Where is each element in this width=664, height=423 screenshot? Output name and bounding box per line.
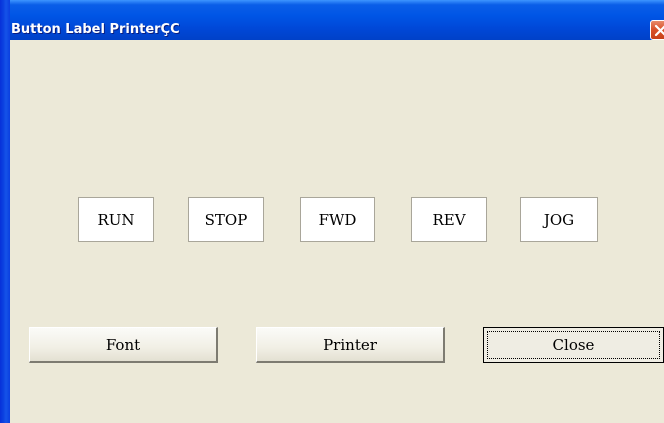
- font-button-label: Font: [105, 335, 141, 354]
- label-fwd[interactable]: FWD: [300, 197, 375, 242]
- label-jog-text: JOG: [543, 210, 575, 229]
- label-fwd-text: FWD: [318, 210, 357, 229]
- label-stop-text: STOP: [204, 210, 248, 229]
- printer-button-label: Printer: [323, 335, 377, 354]
- label-stop[interactable]: STOP: [188, 197, 264, 242]
- label-rev-text: REV: [432, 210, 466, 229]
- app-window: Button Label PrinterÇC RUN STOP FWD REV …: [0, 0, 664, 423]
- window-close-button[interactable]: [650, 20, 664, 40]
- window-left-border: [0, 0, 10, 423]
- client-area: RUN STOP FWD REV JOG Font Printer Close: [10, 40, 664, 423]
- title-bar[interactable]: Button Label PrinterÇC: [0, 0, 664, 40]
- font-button[interactable]: Font: [29, 327, 218, 363]
- label-run-text: RUN: [97, 210, 135, 229]
- close-button-label: Close: [552, 336, 595, 354]
- label-rev[interactable]: REV: [411, 197, 487, 242]
- printer-button[interactable]: Printer: [256, 327, 445, 363]
- label-jog[interactable]: JOG: [520, 197, 598, 242]
- label-run[interactable]: RUN: [78, 197, 154, 242]
- close-icon: [654, 24, 664, 37]
- close-button-focus-rect: Close: [487, 331, 660, 359]
- close-button[interactable]: Close: [483, 327, 664, 363]
- window-title: Button Label PrinterÇC: [11, 22, 180, 37]
